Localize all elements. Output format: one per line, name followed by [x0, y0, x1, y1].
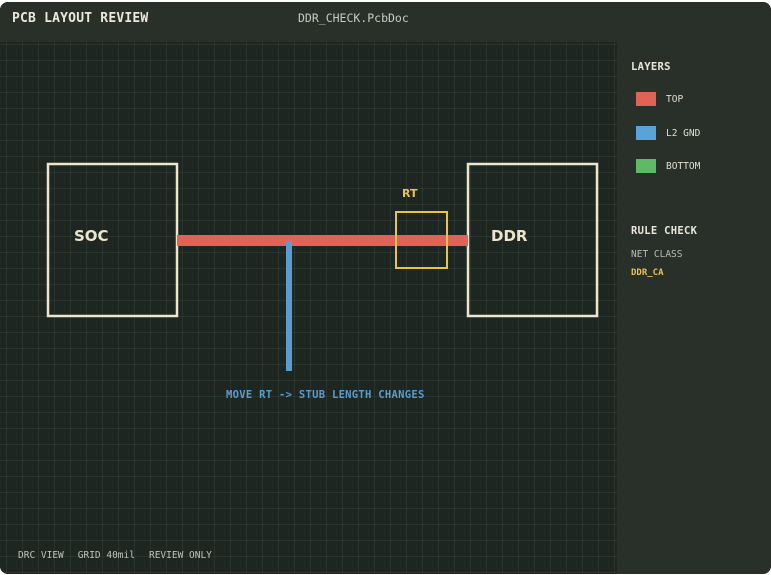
- ddr-footprint[interactable]: [466, 162, 599, 318]
- status-bar: DRC VIEW GRID 40mil REVIEW ONLY: [18, 550, 212, 561]
- layer-item-top[interactable]: TOP: [636, 92, 683, 106]
- app-title: PCB LAYOUT REVIEW: [12, 11, 149, 26]
- rule-check-heading: RULE CHECK: [631, 225, 698, 237]
- net-class-value[interactable]: DDR_CA: [631, 268, 664, 278]
- rt-label: RT: [402, 187, 418, 200]
- net-class-label: NET CLASS: [631, 249, 683, 260]
- layer-item-bottom[interactable]: BOTTOM: [636, 159, 700, 173]
- layer-swatch-bottom: [636, 159, 656, 173]
- ddr-label: DDR: [491, 227, 528, 245]
- layer-label-bottom: BOTTOM: [666, 160, 701, 172]
- layer-swatch-l2-gnd: [636, 126, 656, 140]
- pcb-canvas[interactable]: SOC DDR RT MOVE RT -> STUB LENGTH CHANGE…: [0, 42, 617, 574]
- layer-label-top: TOP: [666, 93, 684, 105]
- status-review-mode: REVIEW ONLY: [148, 550, 212, 561]
- sidebar: LAYERS TOP L2 GND BOTTOM RULE CHECK NET …: [617, 42, 771, 574]
- soc-footprint[interactable]: [46, 162, 179, 318]
- soc-label: SOC: [74, 227, 109, 245]
- title-bar: PCB LAYOUT REVIEW DDR_CHECK.PcbDoc: [0, 2, 771, 42]
- pcb-drawing: [46, 162, 599, 371]
- status-drc-view: DRC VIEW: [18, 550, 64, 561]
- layer-swatch-top: [636, 92, 656, 106]
- stub-annotation: MOVE RT -> STUB LENGTH CHANGES: [226, 389, 425, 401]
- app-window: PCB LAYOUT REVIEW DDR_CHECK.PcbDoc SOC D…: [0, 2, 771, 574]
- status-grid-size: GRID 40mil: [77, 550, 135, 561]
- layer-label-l2-gnd: L2 GND: [666, 127, 701, 139]
- stub-trace[interactable]: [286, 241, 292, 371]
- layer-item-l2-gnd[interactable]: L2 GND: [636, 126, 700, 140]
- layers-heading: LAYERS: [631, 61, 671, 73]
- top-layer-trace[interactable]: [177, 235, 468, 246]
- document-tab[interactable]: DDR_CHECK.PcbDoc: [298, 11, 409, 25]
